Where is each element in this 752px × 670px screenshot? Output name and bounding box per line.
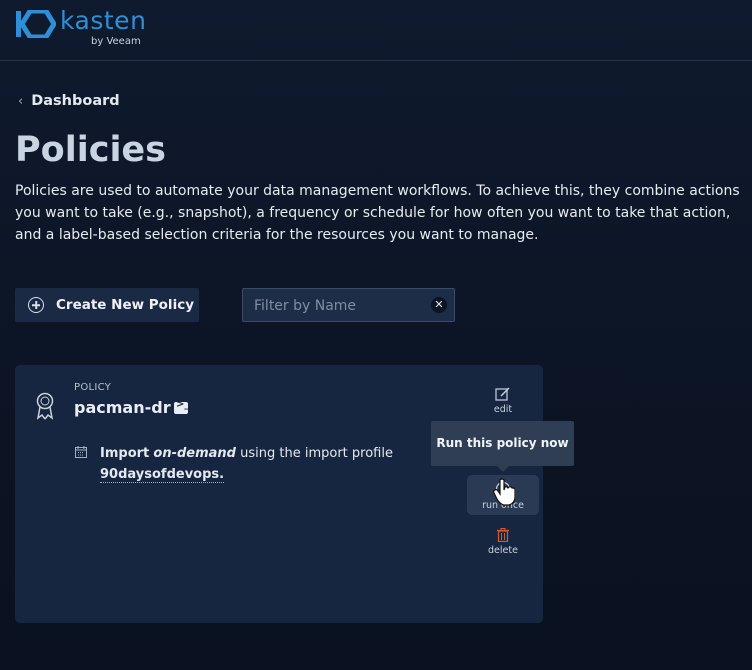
policy-card: POLICY pacman-dr >_ Import on-demand usi… — [15, 365, 543, 623]
policy-name[interactable]: pacman-dr — [74, 398, 171, 417]
page-title: Policies — [15, 130, 167, 170]
create-new-policy-button[interactable]: Create New Policy — [15, 288, 199, 322]
clear-filter-icon[interactable]: ✕ — [431, 297, 447, 313]
edit-icon — [495, 387, 510, 401]
policy-kind-label: POLICY — [74, 382, 112, 393]
trash-icon — [497, 528, 509, 543]
chevron-left-icon: ‹ — [18, 93, 24, 109]
breadcrumb-label: Dashboard — [31, 93, 120, 109]
hand-pointer-cursor-icon — [493, 478, 515, 506]
terminal-icon[interactable]: >_ — [174, 399, 189, 414]
action-middle: using the import profile — [240, 446, 393, 461]
delete-label: delete — [488, 545, 518, 556]
award-ribbon-icon — [36, 392, 54, 420]
edit-label: edit — [493, 404, 513, 415]
brand-name: kasten — [60, 6, 147, 35]
filter-field: ✕ — [242, 288, 455, 323]
brand-sub: by Veeam — [91, 36, 141, 47]
policy-action-summary: Import on-demand using the import profil… — [100, 443, 420, 485]
edit-button[interactable]: edit — [485, 387, 521, 415]
page-description: Policies are used to automate your data … — [15, 183, 740, 243]
breadcrumb-dashboard-link[interactable]: ‹ Dashboard — [18, 93, 120, 109]
kasten-logo-icon[interactable] — [16, 10, 56, 38]
create-button-label: Create New Policy — [56, 297, 194, 313]
filter-by-name-input[interactable] — [243, 289, 436, 323]
calendar-icon — [75, 446, 87, 458]
plus-circle-icon — [28, 297, 44, 313]
action-mode: on-demand — [153, 446, 236, 461]
delete-button[interactable]: delete — [485, 528, 521, 556]
import-profile-link[interactable]: 90daysofdevops. — [100, 467, 225, 483]
top-bar: kasten by Veeam — [0, 0, 752, 61]
action-verb: Import — [100, 446, 150, 461]
run-policy-tooltip: Run this policy now — [431, 421, 574, 472]
